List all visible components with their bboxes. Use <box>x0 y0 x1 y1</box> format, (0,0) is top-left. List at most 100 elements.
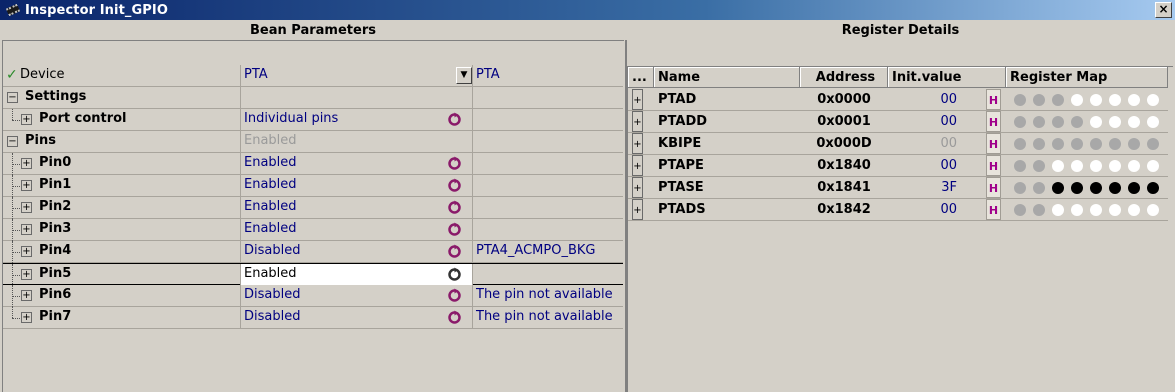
param-row-pin4[interactable]: + Pin4 Disabled PTA4_ACMPO_BKG <box>3 241 623 263</box>
bit-dot[interactable] <box>1014 138 1026 150</box>
reset-icon[interactable] <box>447 288 462 303</box>
expand-icon[interactable]: + <box>21 290 32 301</box>
expand-icon[interactable]: + <box>21 158 32 169</box>
bit-dot[interactable] <box>1033 182 1045 194</box>
bit-dot[interactable] <box>1071 116 1083 128</box>
bit-dot[interactable] <box>1109 160 1121 172</box>
register-init-value[interactable]: 00 <box>891 199 979 220</box>
hex-badge[interactable]: H <box>986 133 1001 154</box>
param-row-settings[interactable]: − Settings <box>3 87 623 109</box>
bit-dot[interactable] <box>1147 138 1159 150</box>
reset-icon[interactable] <box>447 178 462 193</box>
close-button[interactable]: × <box>1155 2 1172 18</box>
param-value[interactable]: Disabled <box>244 287 300 302</box>
bit-dot[interactable] <box>1071 182 1083 194</box>
reset-icon[interactable] <box>447 310 462 325</box>
expand-icon[interactable]: + <box>632 133 643 154</box>
hex-badge[interactable]: H <box>986 89 1001 110</box>
bit-dot[interactable] <box>1090 116 1102 128</box>
bit-dot[interactable] <box>1014 94 1026 106</box>
bit-dot[interactable] <box>1090 160 1102 172</box>
register-row[interactable]: + PTAD 0x0000 00 H <box>628 89 1168 111</box>
reset-icon[interactable] <box>447 156 462 171</box>
register-init-value[interactable]: 00 <box>891 89 979 110</box>
param-row-pin6[interactable]: + Pin6 Disabled The pin not available <box>3 285 623 307</box>
bit-dot[interactable] <box>1052 204 1064 216</box>
bit-dot[interactable] <box>1071 138 1083 150</box>
bit-dot[interactable] <box>1090 94 1102 106</box>
register-init-value[interactable]: 3F <box>891 177 979 198</box>
bit-dot[interactable] <box>1014 204 1026 216</box>
expand-icon[interactable]: + <box>21 114 32 125</box>
column-header-dots[interactable]: ... <box>628 67 654 88</box>
param-row-device[interactable]: ✓ Device PTA ▼ PTA <box>3 65 623 87</box>
bit-dot[interactable] <box>1109 94 1121 106</box>
bit-dot[interactable] <box>1090 204 1102 216</box>
reset-icon[interactable] <box>447 267 462 282</box>
register-row[interactable]: + PTADD 0x0001 00 H <box>628 111 1168 133</box>
param-row-pin7[interactable]: + Pin7 Disabled The pin not available <box>3 307 623 329</box>
column-header-name[interactable]: Name <box>654 67 800 88</box>
register-row[interactable]: + KBIPE 0x000D 00 H <box>628 133 1168 155</box>
bit-dot[interactable] <box>1147 204 1159 216</box>
bit-dot[interactable] <box>1052 182 1064 194</box>
bit-dot[interactable] <box>1090 182 1102 194</box>
hex-badge[interactable]: H <box>986 111 1001 132</box>
expand-icon[interactable]: + <box>21 269 32 280</box>
bit-dot[interactable] <box>1033 160 1045 172</box>
param-value[interactable]: Disabled <box>244 309 300 324</box>
param-value[interactable]: Enabled <box>244 221 297 236</box>
reset-icon[interactable] <box>447 112 462 127</box>
param-value[interactable]: Enabled <box>244 199 297 214</box>
bit-dot[interactable] <box>1033 204 1045 216</box>
bit-dot[interactable] <box>1071 94 1083 106</box>
bit-dot[interactable] <box>1090 138 1102 150</box>
bit-dot[interactable] <box>1128 116 1140 128</box>
hex-badge[interactable]: H <box>986 177 1001 198</box>
param-row-pin5[interactable]: + Pin5 Enabled <box>3 263 623 286</box>
register-row[interactable]: + PTAPE 0x1840 00 H <box>628 155 1168 177</box>
column-header-address[interactable]: Address <box>800 67 888 88</box>
bit-dot[interactable] <box>1128 138 1140 150</box>
bit-dot[interactable] <box>1014 160 1026 172</box>
reset-icon[interactable] <box>447 200 462 215</box>
bit-dot[interactable] <box>1109 182 1121 194</box>
expand-icon[interactable]: + <box>632 177 643 198</box>
expand-icon[interactable]: + <box>632 199 643 220</box>
expand-icon[interactable]: + <box>21 202 32 213</box>
param-row-port-control[interactable]: + Port control Individual pins <box>3 109 623 131</box>
bit-dot[interactable] <box>1052 94 1064 106</box>
column-header-register-map[interactable]: Register Map <box>1006 67 1168 88</box>
bit-dot[interactable] <box>1109 116 1121 128</box>
bit-dot[interactable] <box>1071 160 1083 172</box>
register-init-value[interactable]: 00 <box>891 155 979 176</box>
expand-icon[interactable]: + <box>632 111 643 132</box>
chevron-down-icon[interactable]: ▼ <box>456 67 472 84</box>
reset-icon[interactable] <box>447 222 462 237</box>
param-value[interactable]: Enabled <box>244 155 297 170</box>
column-header-init-value[interactable]: Init.value <box>888 67 1006 88</box>
bit-dot[interactable] <box>1128 204 1140 216</box>
collapse-icon[interactable]: − <box>7 136 18 147</box>
bit-dot[interactable] <box>1147 182 1159 194</box>
register-row[interactable]: + PTADS 0x1842 00 H <box>628 199 1168 221</box>
expand-icon[interactable]: + <box>632 155 643 176</box>
param-row-pin0[interactable]: + Pin0 Enabled <box>3 153 623 175</box>
param-value[interactable]: PTA <box>244 67 268 82</box>
hex-badge[interactable]: H <box>986 155 1001 176</box>
bit-dot[interactable] <box>1033 116 1045 128</box>
bit-dot[interactable] <box>1147 116 1159 128</box>
param-value[interactable]: Enabled <box>244 177 297 192</box>
bit-dot[interactable] <box>1033 138 1045 150</box>
param-row-pin1[interactable]: + Pin1 Enabled <box>3 175 623 197</box>
reset-icon[interactable] <box>447 244 462 259</box>
register-init-value[interactable]: 00 <box>891 133 979 154</box>
bit-dot[interactable] <box>1052 138 1064 150</box>
param-value[interactable]: Disabled <box>244 243 300 258</box>
bit-dot[interactable] <box>1014 182 1026 194</box>
expand-icon[interactable]: + <box>21 180 32 191</box>
bit-dot[interactable] <box>1147 160 1159 172</box>
expand-icon[interactable]: + <box>632 89 643 110</box>
param-value[interactable]: Enabled <box>244 266 297 281</box>
collapse-icon[interactable]: − <box>7 92 18 103</box>
